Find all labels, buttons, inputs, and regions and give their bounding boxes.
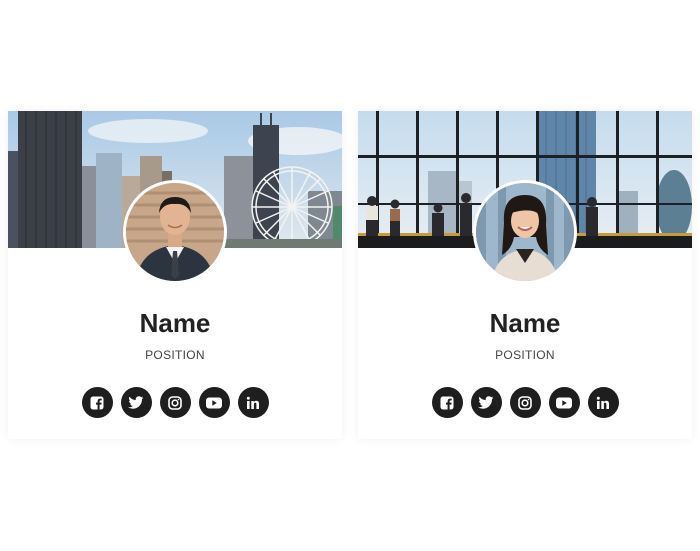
twitter-icon[interactable] — [120, 387, 152, 418]
linkedin-icon[interactable] — [237, 387, 269, 418]
avatar — [473, 180, 577, 284]
linkedin-icon[interactable] — [587, 387, 619, 418]
avatar — [123, 180, 227, 284]
instagram-icon[interactable] — [159, 387, 191, 418]
member-position: POSITION — [145, 348, 205, 362]
social-links — [358, 387, 692, 418]
youtube-icon[interactable] — [548, 387, 580, 418]
member-name: Name — [489, 308, 561, 338]
instagram-icon[interactable] — [509, 387, 541, 418]
facebook-icon[interactable] — [431, 387, 463, 418]
youtube-icon[interactable] — [198, 387, 230, 418]
member-name: Name — [139, 308, 211, 338]
facebook-icon[interactable] — [81, 387, 113, 418]
member-position: POSITION — [495, 348, 555, 362]
twitter-icon[interactable] — [470, 387, 502, 418]
team-card-2: Name POSITION — [358, 111, 692, 439]
social-links — [8, 387, 342, 418]
team-card-1: Name POSITION — [8, 111, 342, 439]
